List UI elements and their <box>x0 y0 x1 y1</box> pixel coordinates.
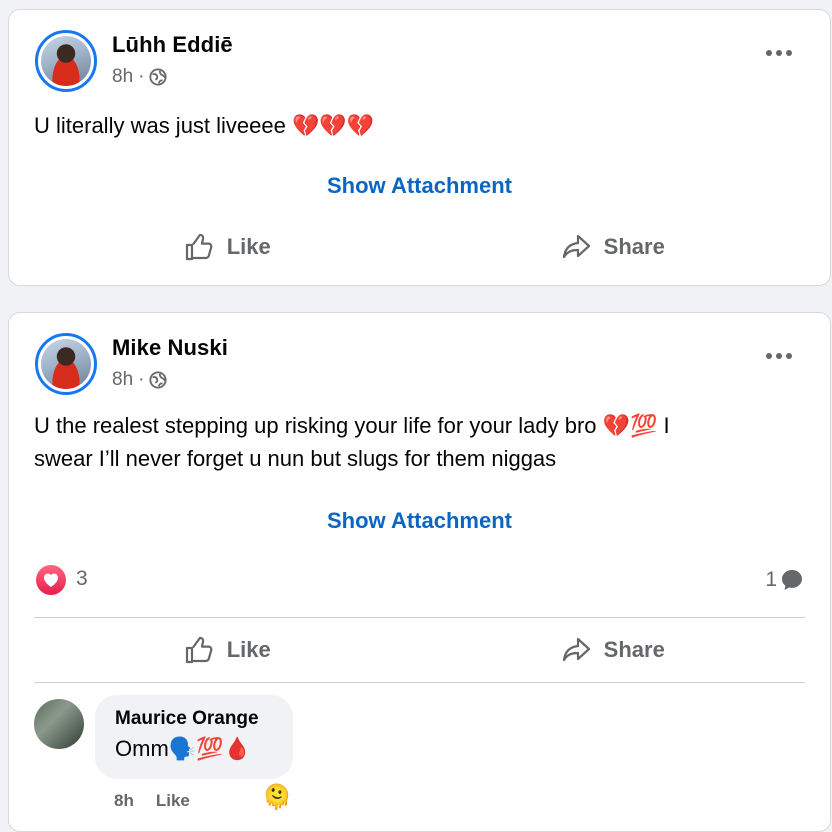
author-avatar[interactable] <box>35 30 97 92</box>
share-arrow-icon <box>562 234 590 259</box>
post-text-line: U the realest stepping up risking your l… <box>34 413 670 438</box>
more-options-button[interactable] <box>766 353 792 359</box>
comment-meta: 8h Like <box>114 791 190 811</box>
reaction-count[interactable]: 3 <box>76 567 88 591</box>
meta-separator: · <box>138 369 145 390</box>
thumbs-up-icon <box>185 233 213 261</box>
comment-reaction-icon[interactable]: 🫠 <box>262 783 292 811</box>
author-avatar[interactable] <box>35 333 97 395</box>
heart-reaction-icon[interactable] <box>36 565 66 595</box>
comment-bubble: Maurice Orange Omm🗣️💯🩸 <box>95 695 293 779</box>
share-button[interactable]: Share <box>420 222 806 272</box>
commenter-avatar[interactable] <box>34 699 84 749</box>
post-card: Mike Nuski 8h · U the realest stepping u… <box>8 312 831 832</box>
like-label: Like <box>226 234 271 259</box>
show-attachment-link[interactable]: Show Attachment <box>9 173 830 199</box>
comment-like-button[interactable]: Like <box>156 791 190 811</box>
more-options-button[interactable] <box>766 50 792 56</box>
post-text: U the realest stepping up risking your l… <box>34 409 670 475</box>
share-label: Share <box>603 637 665 662</box>
author-name[interactable]: Mike Nuski <box>112 335 228 361</box>
divider <box>34 682 805 683</box>
post-actions: Like Share <box>34 625 805 675</box>
show-attachment-link[interactable]: Show Attachment <box>9 508 830 534</box>
post-meta: 8h · <box>112 369 168 391</box>
comment-time[interactable]: 8h <box>114 791 134 811</box>
comment-count-value: 1 <box>765 568 777 591</box>
thumbs-up-icon <box>185 636 213 664</box>
comment-count[interactable]: 1 <box>765 567 805 593</box>
post-card: Lūhh Eddiē 8h · U literally was just liv… <box>8 9 831 286</box>
author-name[interactable]: Lūhh Eddiē <box>112 32 233 58</box>
like-label: Like <box>226 637 271 662</box>
comment-bubble-icon <box>782 570 802 590</box>
globe-icon <box>149 371 168 389</box>
share-button[interactable]: Share <box>420 625 806 675</box>
reaction-summary: 3 1 <box>36 565 805 601</box>
comment-text: Omm🗣️💯🩸 <box>115 736 251 761</box>
meta-separator: · <box>138 66 145 87</box>
divider <box>34 617 805 618</box>
commenter-name[interactable]: Maurice Orange <box>115 708 273 730</box>
post-actions: Like Share <box>34 222 805 272</box>
like-button[interactable]: Like <box>34 625 420 675</box>
post-time[interactable]: 8h <box>112 66 133 88</box>
globe-icon <box>149 68 168 86</box>
post-time[interactable]: 8h <box>112 369 133 391</box>
post-meta: 8h · <box>112 66 168 88</box>
post-text-line: swear I’ll never forget u nun but slugs … <box>34 446 557 471</box>
post-text: U literally was just liveeee 💔💔💔 <box>34 113 375 138</box>
share-arrow-icon <box>562 637 590 662</box>
share-label: Share <box>603 234 665 259</box>
like-button[interactable]: Like <box>34 222 420 272</box>
